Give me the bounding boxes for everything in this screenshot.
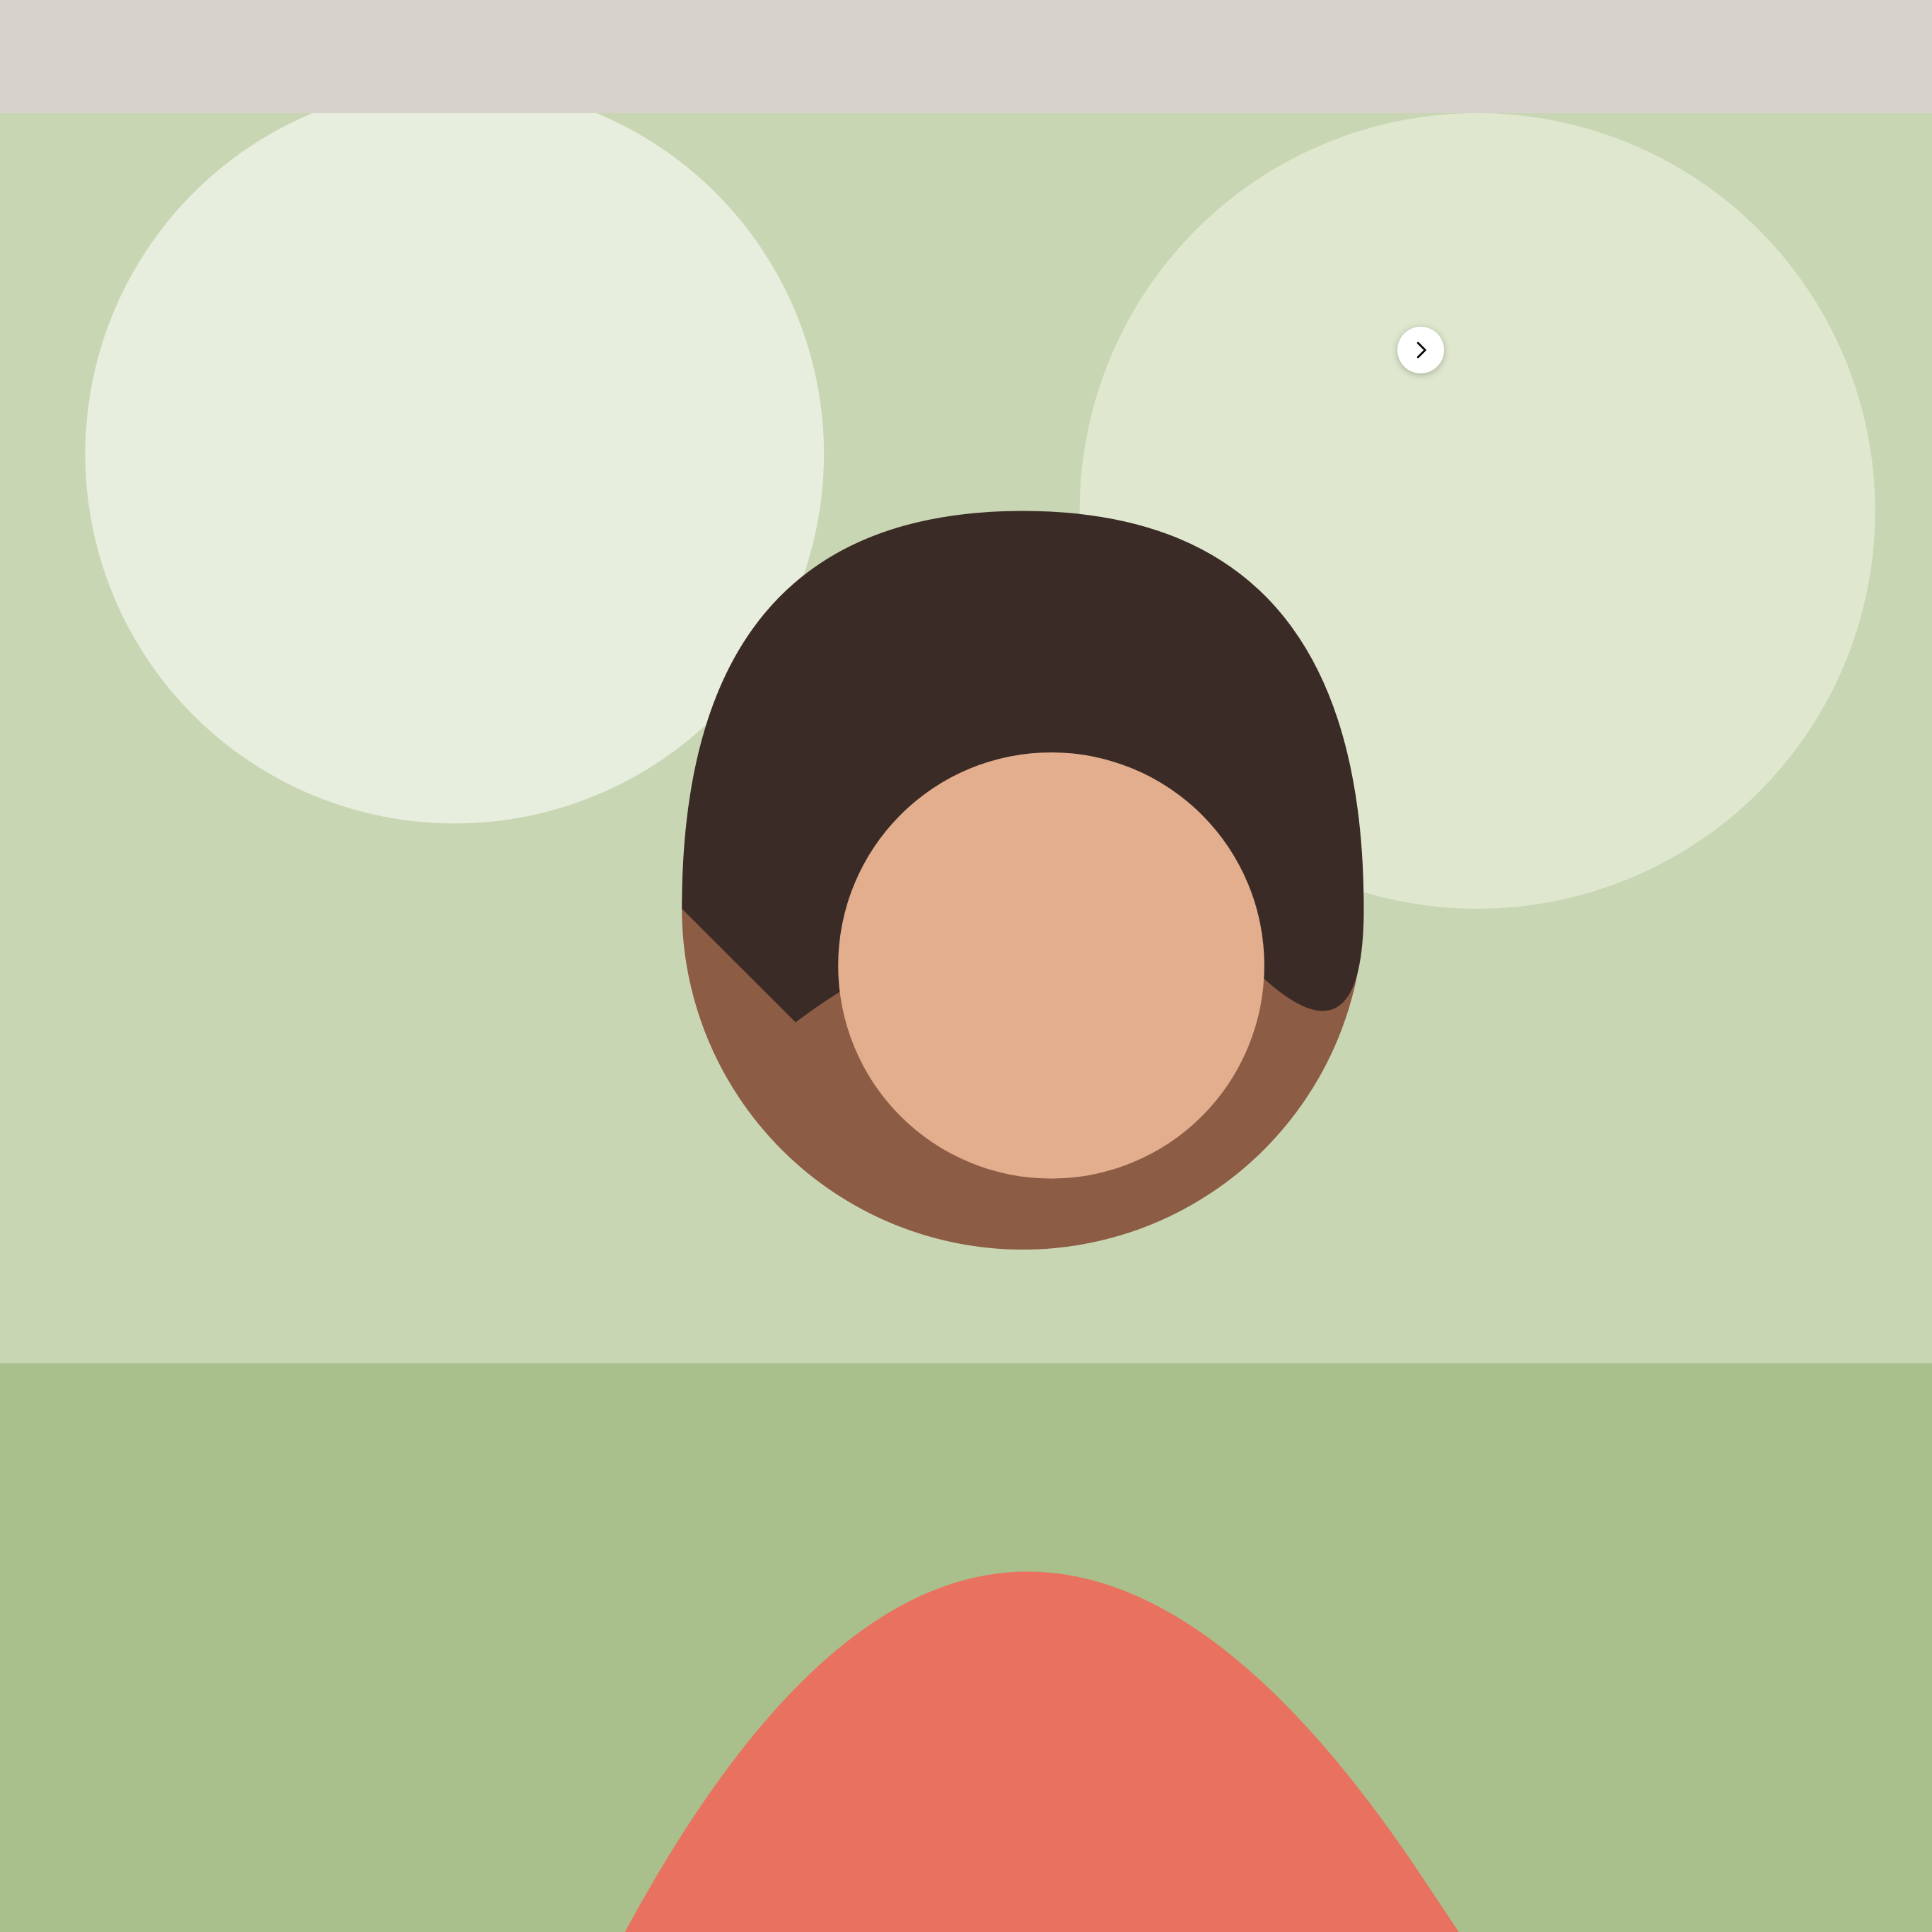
- stories-next-button[interactable]: [1397, 327, 1444, 373]
- nav-right-group: [0, 113, 1932, 1932]
- account-avatar[interactable]: [0, 113, 1932, 1932]
- facebook-top-nav: Search Facebook: [0, 113, 1932, 1932]
